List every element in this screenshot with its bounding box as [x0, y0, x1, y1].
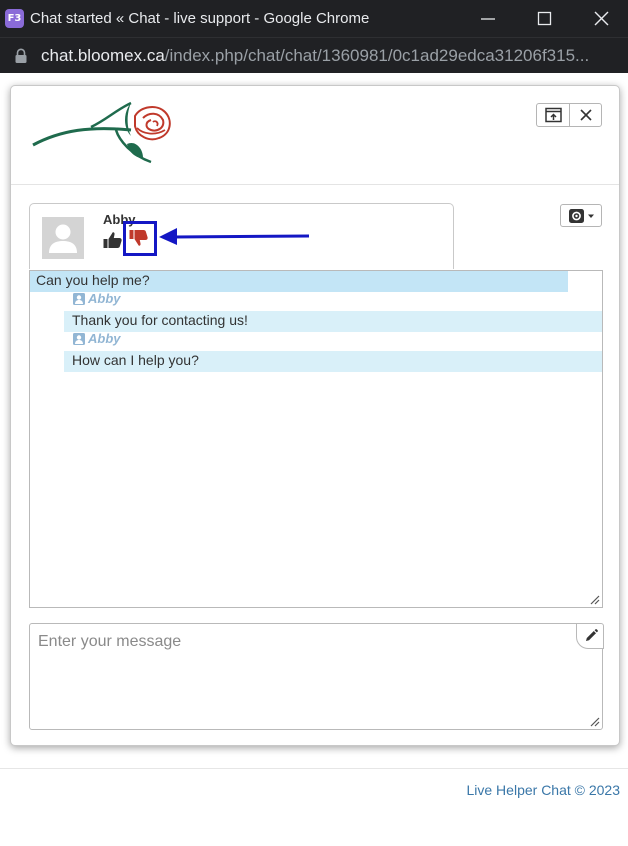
resize-handle-icon[interactable]: [590, 717, 600, 727]
user-icon: [73, 293, 85, 305]
header-divider: [11, 184, 619, 185]
thumbs-up-icon[interactable]: [103, 231, 123, 249]
footer-divider: [0, 768, 628, 769]
address-bar[interactable]: chat.bloomex.ca/index.php/chat/chat/1360…: [0, 37, 628, 73]
maximize-button[interactable]: [516, 0, 573, 37]
message-author-name: Abby: [88, 331, 121, 346]
operator-message: How can I help you?: [64, 351, 602, 372]
window-titlebar: F3 Chat started « Chat - live support - …: [0, 0, 628, 37]
header-button-group: [536, 103, 602, 127]
message-author: Abby: [73, 331, 121, 346]
popup-window-icon: [545, 107, 562, 123]
pencil-icon: [586, 629, 598, 641]
message-input[interactable]: [30, 624, 602, 729]
settings-dropdown-button[interactable]: [560, 204, 602, 227]
window-close-button[interactable]: [573, 0, 628, 37]
chat-widget: Abby Can you help me? Abby Thank you for…: [10, 85, 620, 746]
annotation-highlight-box: [123, 221, 157, 256]
minimize-icon: [481, 18, 495, 20]
window-title: Chat started « Chat - live support - Goo…: [30, 10, 370, 27]
visitor-message: Can you help me?: [30, 271, 568, 292]
minimize-button[interactable]: [459, 0, 516, 37]
operator-message: Thank you for contacting us!: [64, 311, 602, 332]
close-icon: [580, 109, 592, 121]
edit-button[interactable]: [576, 623, 604, 649]
url-path: /index.php/chat/chat/1360981/0c1ad29edca…: [164, 46, 590, 65]
maximize-icon: [537, 11, 552, 26]
url-text[interactable]: chat.bloomex.ca/index.php/chat/chat/1360…: [41, 46, 611, 66]
annotation-arrow-icon: [159, 228, 310, 245]
user-icon: [73, 333, 85, 345]
url-host: chat.bloomex.ca: [41, 46, 165, 65]
messages-area[interactable]: Can you help me? Abby Thank you for cont…: [29, 270, 603, 608]
message-input-box: [29, 623, 604, 730]
message-author: Abby: [73, 291, 121, 306]
close-chat-button[interactable]: [570, 104, 603, 126]
avatar-icon: [42, 217, 84, 259]
close-icon: [594, 11, 609, 26]
resize-handle-icon[interactable]: [590, 595, 600, 605]
lock-icon: [15, 48, 27, 63]
popup-button[interactable]: [537, 104, 570, 126]
footer-link[interactable]: Live Helper Chat © 2023: [466, 782, 620, 798]
gear-icon: [569, 209, 594, 223]
operator-card: Abby: [29, 203, 454, 269]
rose-logo-icon: [32, 101, 171, 164]
app-icon: F3: [5, 9, 24, 28]
message-author-name: Abby: [88, 291, 121, 306]
